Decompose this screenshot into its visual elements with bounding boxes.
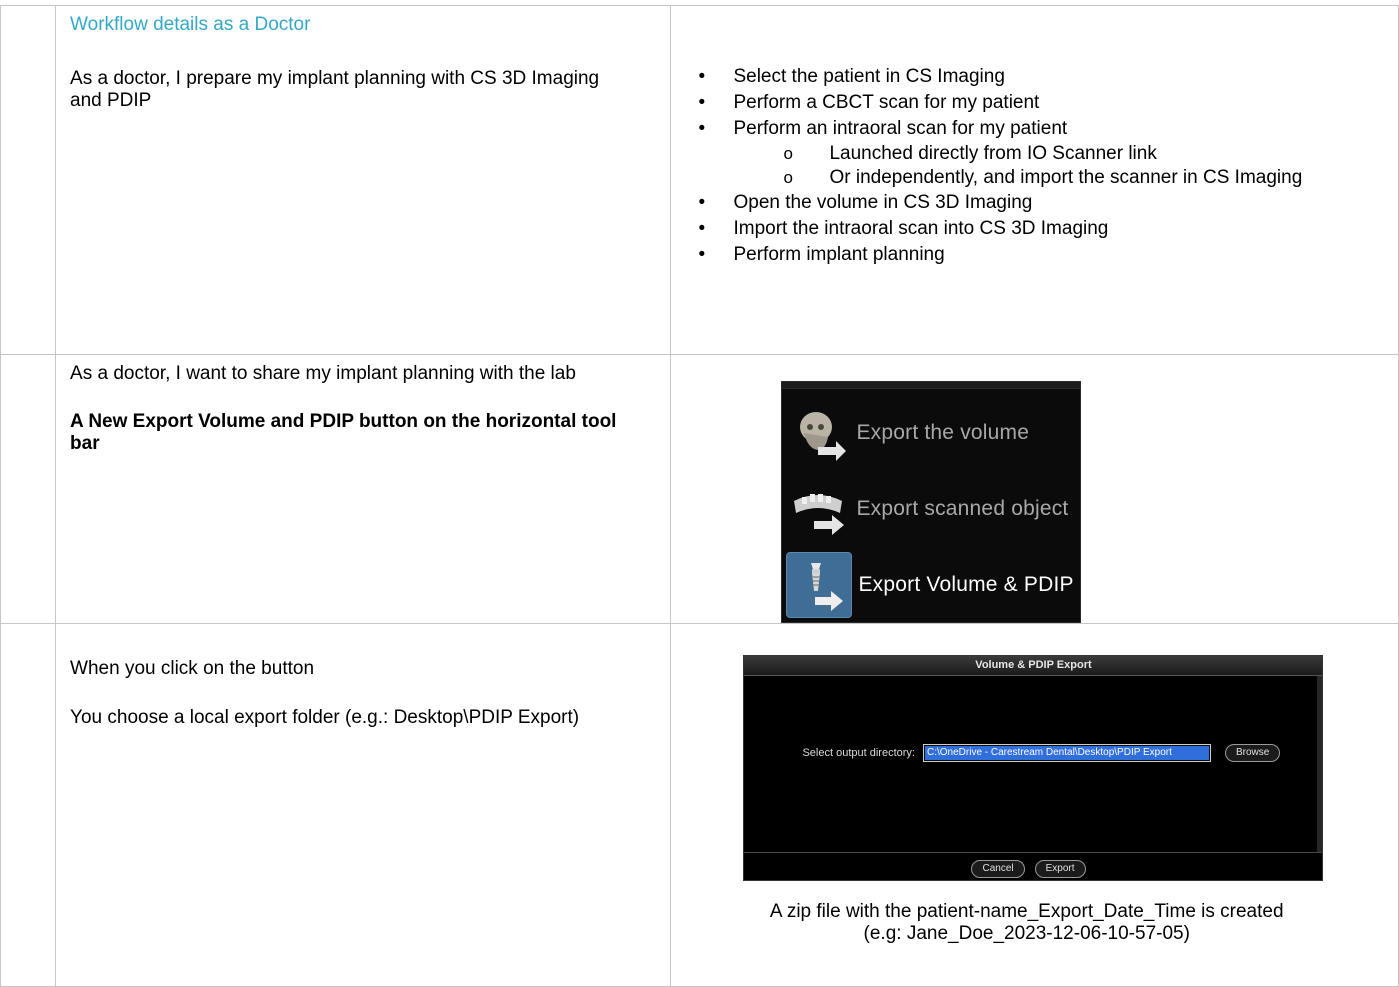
export-scanned-object-button[interactable]: Export scanned object [782, 472, 1080, 546]
table-row: When you click on the button You choose … [0, 623, 1399, 987]
workflow-step-text: Select the patient in CS Imaging [733, 66, 1005, 87]
row-id-cell [0, 354, 57, 624]
workflow-step: Perform a CBCT scan for my patient [671, 90, 1398, 116]
caption-line: (e.g: Jane_Doe_2023-12-06-10-57-05) [863, 923, 1190, 944]
requirements-table: Workflow details as a Doctor As a doctor… [0, 5, 1399, 987]
workflow-step: Perform an intraoral scan for my patient… [671, 116, 1398, 190]
workflow-substep: Launched directly from IO Scanner link [733, 142, 1398, 166]
implant-export-icon [786, 552, 853, 618]
output-directory-row: Select output directory: C:\OneDrive - C… [802, 744, 1281, 762]
workflow-substep: Or independently, and import the scanner… [733, 166, 1398, 190]
toolbar-item-label: Export scanned object [856, 497, 1069, 520]
output-directory-value: C:\OneDrive - Carestream Dental\Desktop\… [924, 746, 1209, 760]
caption-line: A zip file with the patient-name_Export_… [769, 901, 1284, 922]
requirement-text: You choose a local export folder (e.g.: … [70, 707, 580, 728]
workflow-step-text: Perform a CBCT scan for my patient [733, 92, 1040, 113]
row-id-cell [0, 623, 57, 987]
workflow-step: Open the volume in CS 3D Imaging [671, 190, 1398, 216]
details-cell: Export the volume Export scanned object … [670, 354, 1399, 624]
dialog-scrollbar[interactable] [1317, 676, 1323, 852]
browse-button[interactable]: Browse [1224, 744, 1281, 762]
output-directory-input[interactable]: C:\OneDrive - Carestream Dental\Desktop\… [922, 744, 1211, 762]
export-volume-button[interactable]: Export the volume [782, 396, 1080, 470]
toolbar-item-label: Export the volume [856, 421, 1030, 444]
workflow-substeps-list: Launched directly from IO Scanner linkOr… [733, 142, 1398, 190]
requirement-text: As a doctor, I prepare my implant planni… [70, 68, 600, 111]
requirement-cell: Workflow details as a Doctor As a doctor… [55, 5, 672, 355]
row-id-cell [0, 5, 57, 355]
toolbar-item-label: Export Volume & PDIP [858, 573, 1074, 596]
workflow-step-text: Perform an intraoral scan for my patient [733, 118, 1068, 139]
workflow-step-text: Perform implant planning [733, 244, 945, 265]
cancel-button[interactable]: Cancel [971, 860, 1025, 878]
workflow-step: Import the intraoral scan into CS 3D Ima… [671, 216, 1398, 242]
requirement-cell: As a doctor, I want to share my implant … [55, 354, 672, 624]
export-volume-pdip-button[interactable]: Export Volume & PDIP [782, 548, 1080, 622]
workflow-step: Select the patient in CS Imaging [671, 64, 1398, 90]
workflow-step: Perform implant planning [671, 242, 1398, 268]
requirement-text: As a doctor, I want to share my implant … [70, 363, 576, 384]
toolbar-top-strip [782, 382, 1081, 389]
workflow-step-text: Open the volume in CS 3D Imaging [733, 192, 1033, 213]
export-dialog-screenshot: Volume & PDIP Export Select output direc… [743, 655, 1324, 881]
workflow-step-text: Import the intraoral scan into CS 3D Ima… [733, 218, 1109, 239]
details-cell: Select the patient in CS Imaging Perform … [670, 5, 1399, 355]
workflow-steps-list: Select the patient in CS Imaging Perform … [671, 64, 1398, 268]
toolbar-screenshot: Export the volume Export scanned object … [781, 381, 1082, 623]
jaw-scan-export-icon [786, 477, 850, 541]
export-button[interactable]: Export [1034, 860, 1086, 878]
result-caption: A zip file with the patient-name_Export_… [671, 901, 1398, 945]
details-cell: Volume & PDIP Export Select output direc… [670, 623, 1399, 987]
requirement-text: When you click on the button [70, 658, 315, 679]
section-heading: Workflow details as a Doctor [70, 14, 311, 35]
skull-export-icon [786, 401, 850, 465]
dialog-divider [744, 852, 1323, 853]
requirement-cell: When you click on the button You choose … [55, 623, 672, 987]
feature-note: A New Export Volume and PDIP button on t… [70, 411, 617, 454]
output-directory-label: Select output directory: [802, 747, 915, 759]
dialog-title: Volume & PDIP Export [744, 656, 1323, 676]
dialog-footer: Cancel Export [971, 860, 1086, 878]
table-row: Workflow details as a Doctor As a doctor… [0, 5, 1399, 355]
table-row: As a doctor, I want to share my implant … [0, 354, 1399, 624]
